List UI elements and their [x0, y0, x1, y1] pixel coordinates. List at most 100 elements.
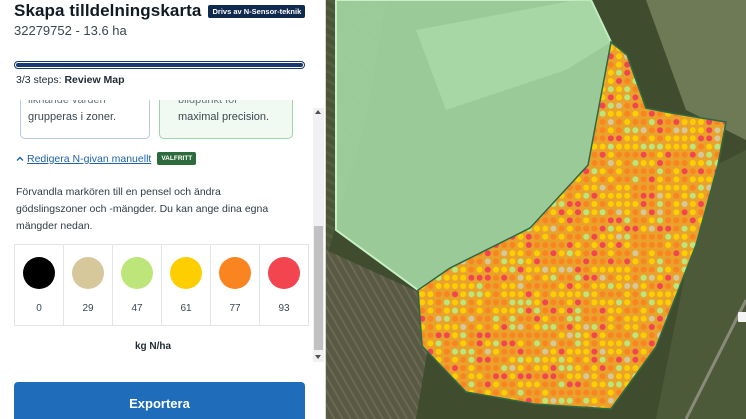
prescription-dot: [640, 242, 647, 248]
map-view[interactable]: [326, 0, 746, 419]
legend-swatch[interactable]: [268, 257, 300, 289]
option-card-zones[interactable]: liknande värden grupperas i zoner.: [20, 100, 150, 139]
prescription-dot: [689, 143, 696, 150]
edit-description: Förvandla markören till en pensel och än…: [16, 186, 269, 232]
prescription-dot: [607, 69, 614, 76]
rate-legend: 0 29 47 61 77 93: [14, 244, 309, 326]
prescription-dot: [493, 315, 499, 322]
prescription-dot: [648, 143, 655, 150]
prescription-dot: [517, 381, 524, 388]
legend-cell[interactable]: 93: [260, 245, 308, 325]
prescription-dot: [484, 365, 491, 371]
prescription-dot: [566, 291, 573, 298]
progress-bar: [14, 61, 305, 69]
prescription-dot: [599, 160, 606, 166]
prescription-dot: [616, 78, 622, 84]
prescription-dot: [493, 365, 499, 371]
prescription-dot: [640, 274, 647, 281]
export-button[interactable]: Exportera: [14, 382, 305, 419]
prescription-dot: [689, 217, 696, 224]
edit-manually-link[interactable]: Redigera N-givan manuellt: [27, 153, 151, 165]
prescription-dot: [583, 217, 590, 224]
legend-cell[interactable]: 0: [15, 245, 64, 325]
prescription-dot: [575, 192, 581, 199]
prescription-dot: [599, 299, 606, 306]
prescription-dot: [624, 365, 631, 371]
prescription-dot: [591, 258, 598, 265]
prescription-dot: [632, 250, 639, 257]
prescription-dot: [632, 348, 639, 355]
prescription-dot: [607, 168, 614, 175]
legend-swatch[interactable]: [72, 257, 104, 289]
arrow-down-icon[interactable]: [315, 355, 321, 359]
satellite-map[interactable]: [326, 0, 746, 419]
prescription-dot: [616, 373, 622, 380]
prescription-dot: [476, 381, 483, 388]
prescription-dot: [542, 348, 549, 355]
prescription-dot: [517, 258, 524, 265]
prescription-dot: [632, 201, 639, 207]
legend-cell[interactable]: 61: [162, 245, 211, 325]
prescription-dot: [591, 283, 598, 289]
prescription-dot: [550, 315, 557, 322]
prescription-dot: [435, 324, 442, 330]
legend-swatch[interactable]: [121, 257, 153, 289]
prescription-dot: [468, 266, 475, 273]
legend-swatch[interactable]: [23, 257, 55, 289]
prescription-dot: [607, 397, 614, 404]
prescription-dot: [583, 209, 590, 216]
prescription-dot: [501, 373, 508, 380]
legend-swatch[interactable]: [170, 257, 202, 289]
arrow-up-icon[interactable]: [315, 110, 321, 114]
prescription-dot: [689, 168, 696, 175]
prescription-dot: [460, 365, 467, 371]
prescription-dot: [509, 315, 516, 322]
prescription-dot: [575, 315, 581, 322]
legend-cell[interactable]: 29: [64, 245, 113, 325]
prescription-dot: [542, 299, 549, 306]
prescription-dot: [591, 315, 598, 322]
prescription-dot: [558, 365, 565, 371]
prescription-dot: [665, 201, 672, 207]
prescription-dot: [607, 356, 614, 363]
prescription-dot: [566, 348, 573, 355]
prescription-dot: [443, 332, 450, 339]
scroll-thumb[interactable]: [314, 226, 323, 350]
prescription-dot: [427, 283, 434, 289]
prescription-dot: [558, 291, 565, 298]
prescription-dot: [509, 242, 516, 248]
prescription-dot: [484, 381, 491, 388]
prescription-dot: [624, 283, 631, 289]
prescription-dot: [525, 381, 532, 388]
prescription-dot: [616, 135, 622, 142]
prescription-dot: [640, 250, 647, 257]
legend-cell[interactable]: 47: [113, 245, 162, 325]
prescription-dot: [673, 192, 680, 199]
prescription-dot: [575, 356, 581, 363]
prescription-dot: [452, 332, 458, 339]
prescription-dot: [616, 102, 622, 109]
prescription-dot: [632, 168, 639, 175]
legend-swatch[interactable]: [219, 257, 251, 289]
prescription-dot: [616, 110, 622, 117]
prescription-dot: [616, 381, 622, 388]
prescription-dot: [599, 119, 606, 125]
prescription-dot: [657, 242, 663, 248]
option-card-pixel[interactable]: bildpunkt för maximal precision.: [159, 100, 293, 139]
prescription-dot: [616, 266, 622, 273]
prescription-dot: [640, 184, 647, 191]
prescription-dot: [435, 299, 442, 306]
prescription-dot: [689, 176, 696, 183]
prescription-dot: [681, 160, 688, 166]
prescription-dot: [673, 201, 680, 207]
prescription-dot: [599, 102, 606, 109]
scrollbar[interactable]: [313, 108, 324, 362]
legend-cell[interactable]: 77: [211, 245, 260, 325]
prescription-dot: [435, 307, 442, 314]
prescription-dot: [558, 381, 565, 388]
prescription-dot: [525, 242, 532, 248]
prescription-dot: [575, 283, 581, 289]
prescription-dot: [534, 299, 540, 306]
prescription-dot: [657, 151, 663, 158]
prescription-dot: [665, 135, 672, 142]
